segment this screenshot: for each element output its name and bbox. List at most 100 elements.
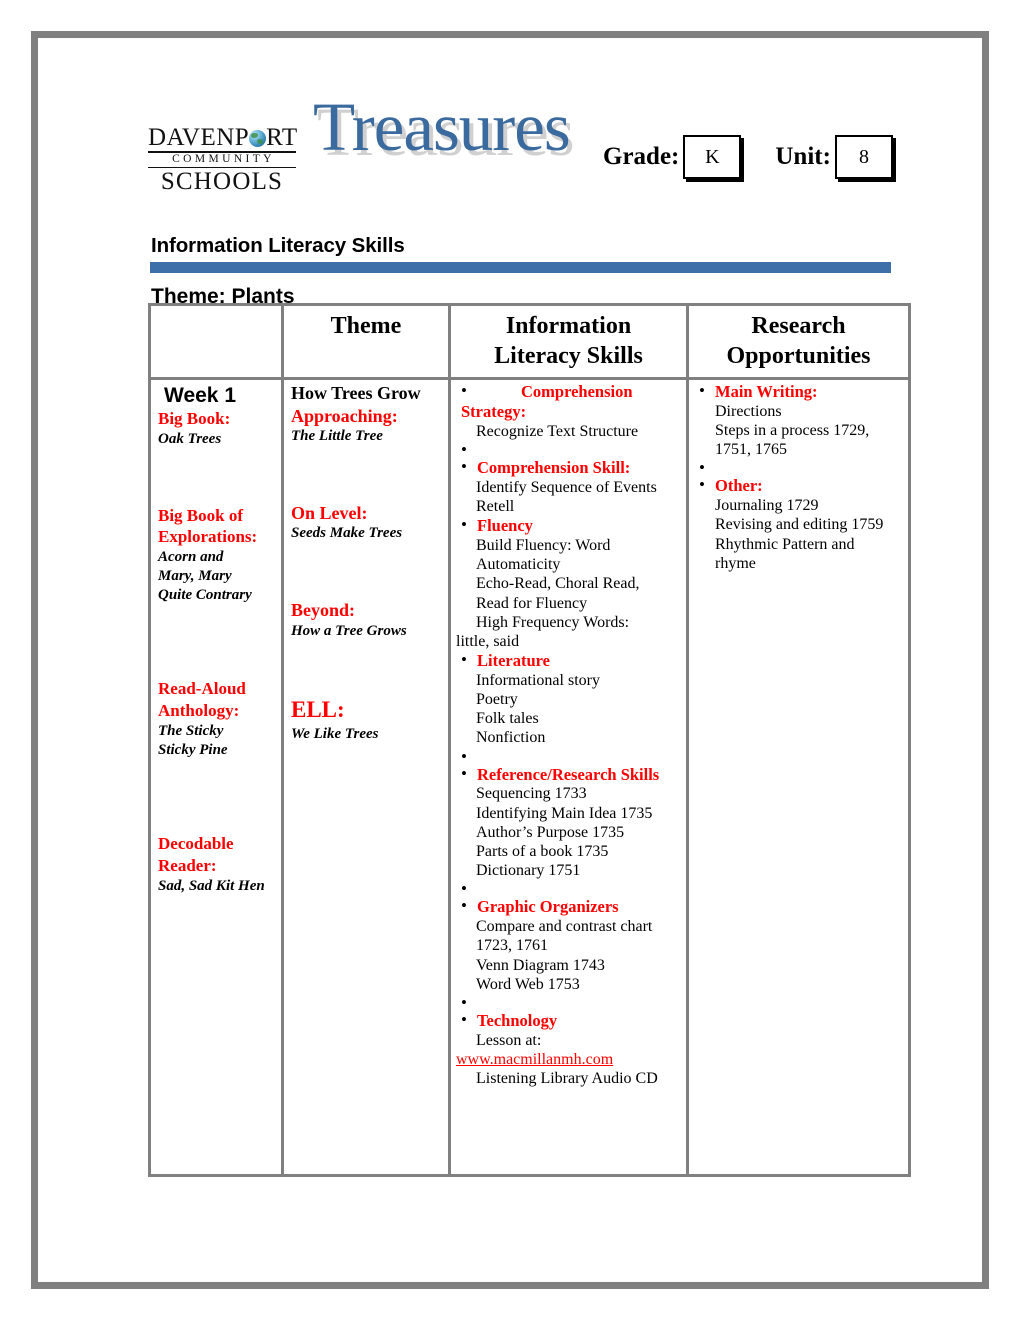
theme-level-ell: ELL: We Like Trees — [289, 696, 444, 744]
level-label: Approaching: — [291, 405, 398, 426]
research-item: Journaling 1729 — [715, 497, 819, 515]
grade-unit-group: Grade: K Unit: 8 — [603, 135, 893, 179]
skill-item: Poetry — [476, 691, 518, 709]
level-title: Seeds Make Trees — [291, 525, 403, 542]
grade-value-box[interactable]: K — [683, 135, 742, 179]
skill-item: High Frequency Words: — [476, 613, 630, 631]
skill-item: little, said — [456, 632, 520, 650]
skill-heading-line-2: Strategy: — [461, 402, 527, 421]
resource-big-book: Big Book: Oak Trees — [156, 408, 277, 449]
logo-line-davenport: DAVENP RT — [148, 124, 298, 153]
skill-heading-line-1: Comprehension — [521, 382, 633, 401]
skill-item: Read for Fluency — [476, 594, 588, 612]
skill-item: Folk tales — [476, 710, 539, 728]
theme-level-beyond: Beyond: How a Tree Grows — [289, 599, 444, 640]
spacer — [456, 879, 682, 899]
research-other: Other: Journaling 1729 Revising and edit… — [694, 475, 904, 573]
research-item: 1751, 1765 — [715, 441, 787, 459]
skill-item: Identifying Main Idea 1735 — [476, 804, 653, 822]
resource-big-book-of-explorations: Big Book of Explorations: Acorn and Mary… — [156, 505, 277, 605]
cell-research-opportunities: Main Writing: Directions Steps in a proc… — [686, 377, 911, 1177]
skill-item: 1723, 1761 — [476, 937, 548, 955]
skill-heading: Reference/Research Skills — [477, 764, 660, 784]
skill-comprehension-skill: Comprehension Skill: Identify Sequence o… — [456, 457, 682, 516]
document-header: DAVENP RT COMMUNITY SCHOOLS Treasures Gra… — [148, 89, 918, 195]
cell-information-literacy-skills: Comprehension Strategy: Recognize Text S… — [448, 377, 689, 1177]
level-title: How a Tree Grows — [291, 622, 407, 639]
resource-label: Big Book of Explorations: — [158, 505, 258, 547]
logo-rt-text: RT — [266, 124, 298, 151]
research-item: Steps in a process 1729, — [715, 421, 870, 439]
title-divider — [150, 262, 891, 273]
spacer — [456, 440, 682, 460]
curriculum-table: Theme Information Literacy Skills Resear… — [148, 303, 911, 1177]
skills-list: Comprehension Strategy: Recognize Text S… — [456, 381, 682, 1088]
skill-item: Dictionary 1751 — [476, 862, 581, 880]
resource-title-line-2: Mary, Mary — [158, 567, 232, 584]
research-heading: Main Writing: — [715, 382, 818, 401]
treasures-wordmark: Treasures — [313, 89, 571, 165]
spacer — [456, 747, 682, 767]
header-line-1: Research — [751, 313, 846, 339]
skill-fluency: Fluency Build Fluency: Word Automaticity… — [456, 515, 682, 651]
resource-title: Sad, Sad Kit Hen — [158, 877, 265, 894]
theme-title: How Trees Grow — [291, 383, 421, 403]
skill-item: Recognize Text Structure — [476, 422, 639, 440]
column-header-blank — [148, 303, 284, 380]
research-item: Revising and editing 1759 — [715, 516, 884, 534]
table-header-row: Theme Information Literacy Skills Resear… — [148, 303, 911, 380]
logo-line-schools: SCHOOLS — [160, 167, 284, 195]
skill-heading: Fluency — [477, 516, 533, 536]
level-title: We Like Trees — [291, 726, 379, 743]
skill-graphic-organizers: Graphic Organizers Compare and contrast … — [456, 896, 682, 994]
skill-item: Echo-Read, Choral Read, — [476, 575, 640, 593]
resource-title-line-3: Quite Contrary — [158, 586, 252, 603]
table-row: Week 1 Big Book: Oak Trees Big Book of E… — [148, 377, 911, 1177]
globe-icon — [249, 130, 267, 147]
spacer — [456, 993, 682, 1013]
cell-week-resources: Week 1 Big Book: Oak Trees Big Book of E… — [148, 377, 284, 1177]
skill-item: Venn Diagram 1743 — [476, 956, 605, 974]
skill-item: Identify Sequence of Events — [476, 478, 657, 496]
resource-title: Oak Trees — [158, 430, 222, 447]
unit-value-box[interactable]: 8 — [834, 135, 893, 179]
level-label: On Level: — [291, 502, 368, 523]
resource-label: Decodable Reader: — [158, 834, 234, 876]
spacer — [694, 458, 904, 478]
column-header-research-opportunities: Research Opportunities — [686, 303, 911, 380]
resource-label: Big Book: — [158, 409, 231, 429]
resource-title-line-1: Acorn and — [158, 549, 224, 566]
column-header-information-literacy-skills: Information Literacy Skills — [448, 303, 689, 380]
skill-heading: Technology — [477, 1010, 558, 1030]
unit-value: 8 — [858, 145, 869, 168]
skill-item: Author’s Purpose 1735 — [476, 823, 625, 841]
skill-item: Compare and contrast chart — [476, 918, 653, 936]
skill-item: Sequencing 1733 — [476, 785, 587, 803]
theme-level-approaching: Approaching: The Little Tree — [289, 405, 444, 446]
grade-value: K — [705, 145, 720, 168]
macmillanmh-link[interactable]: www.macmillanmh.com — [456, 1050, 613, 1069]
unit-label: Unit: — [775, 143, 831, 170]
skill-item: Parts of a book 1735 — [476, 842, 609, 860]
page-title: Information Literacy Skills — [151, 234, 405, 257]
research-list: Main Writing: Directions Steps in a proc… — [694, 381, 904, 573]
skill-item: Word Web 1753 — [476, 975, 580, 993]
logo-line-community: COMMUNITY — [148, 153, 296, 168]
skill-heading: Comprehension Skill: — [477, 457, 631, 477]
header-line-1: Information — [505, 313, 632, 339]
skill-item: Listening Library Audio CD — [476, 1070, 658, 1088]
page-content: DAVENP RT COMMUNITY SCHOOLS Treasures Gra… — [38, 38, 982, 1282]
skill-item: Nonfiction — [476, 729, 546, 747]
research-heading: Other: — [715, 476, 763, 496]
level-label: ELL: — [291, 697, 345, 723]
grade-label: Grade: — [603, 143, 680, 170]
skill-item: Lesson at: — [476, 1031, 542, 1049]
resource-read-aloud-anthology: Read-Aloud Anthology: The Sticky Sticky … — [156, 678, 277, 759]
research-item: Rhythmic Pattern and — [715, 535, 855, 553]
research-item: Directions — [715, 402, 782, 420]
cell-theme: How Trees Grow Approaching: The Little T… — [281, 377, 451, 1177]
